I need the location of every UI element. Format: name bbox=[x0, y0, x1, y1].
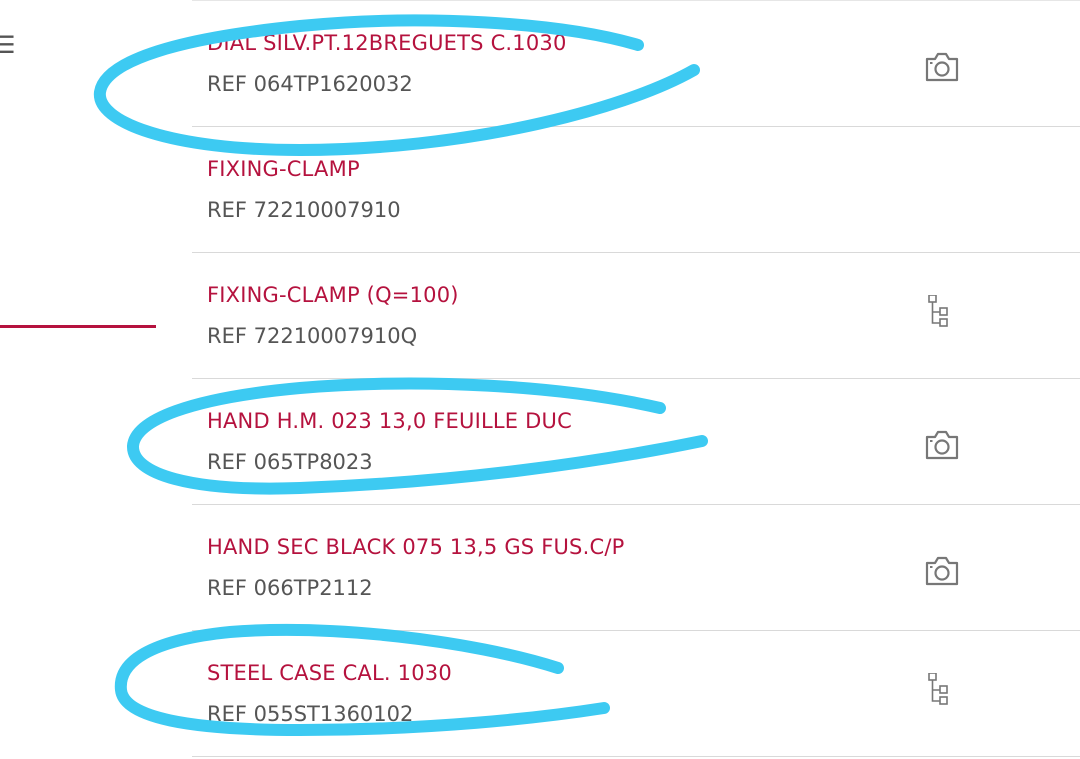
menu-icon[interactable]: ☰ bbox=[0, 33, 16, 57]
list-item[interactable]: HAND H.M. 023 13,0 FEUILLE DUC REF 065TP… bbox=[192, 379, 1080, 505]
part-name: DIAL SILV.PT.12BREGUETS C.1030 bbox=[207, 31, 567, 55]
camera-icon[interactable] bbox=[922, 49, 962, 85]
part-name: HAND SEC BLACK 075 13,5 GS FUS.C/P bbox=[207, 535, 625, 559]
sidebar-active-indicator bbox=[0, 325, 156, 328]
list-item[interactable]: STEEL CASE CAL. 1030 REF 055ST1360102 bbox=[192, 631, 1080, 757]
part-name: FIXING-CLAMP bbox=[207, 157, 360, 181]
part-reference: REF 055ST1360102 bbox=[207, 702, 414, 726]
part-name: FIXING-CLAMP (Q=100) bbox=[207, 283, 459, 307]
part-reference: REF 065TP8023 bbox=[207, 450, 373, 474]
part-name: STEEL CASE CAL. 1030 bbox=[207, 661, 452, 685]
list-item[interactable]: FIXING-CLAMP REF 72210007910 bbox=[192, 127, 1080, 253]
tree-structure-icon[interactable] bbox=[922, 673, 962, 709]
part-reference: REF 72210007910 bbox=[207, 198, 401, 222]
camera-icon[interactable] bbox=[922, 553, 962, 589]
part-reference: REF 064TP1620032 bbox=[207, 72, 413, 96]
tree-structure-icon[interactable] bbox=[922, 295, 962, 331]
part-name: HAND H.M. 023 13,0 FEUILLE DUC bbox=[207, 409, 572, 433]
list-item[interactable]: HAND SEC BLACK 075 13,5 GS FUS.C/P REF 0… bbox=[192, 505, 1080, 631]
part-reference: REF 066TP2112 bbox=[207, 576, 373, 600]
parts-list-screen: ☰ DIAL SILV.PT.12BREGUETS C.1030 REF 064… bbox=[0, 0, 1080, 759]
list-item[interactable]: DIAL SILV.PT.12BREGUETS C.1030 REF 064TP… bbox=[192, 0, 1080, 127]
list-item[interactable]: FIXING-CLAMP (Q=100) REF 72210007910Q bbox=[192, 253, 1080, 379]
camera-icon[interactable] bbox=[922, 427, 962, 463]
part-reference: REF 72210007910Q bbox=[207, 324, 418, 348]
parts-list: DIAL SILV.PT.12BREGUETS C.1030 REF 064TP… bbox=[192, 0, 1080, 757]
